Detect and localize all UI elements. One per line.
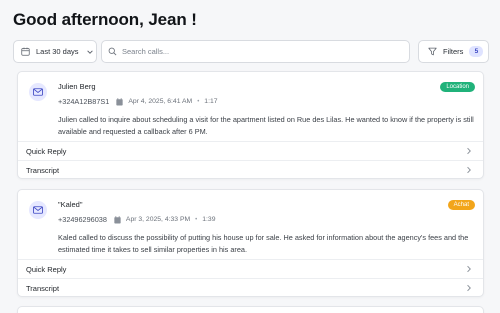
call-duration: 1:17	[204, 98, 218, 105]
category-badge: Location	[440, 82, 475, 92]
quick-reply-row[interactable]: Quick Reply	[18, 141, 483, 160]
date-range-label: Last 30 days	[36, 47, 79, 56]
filters-label: Filters	[443, 47, 464, 56]
call-meta: +324A12B87S1 Apr 4, 2025, 6:41 AM • 1:17	[58, 97, 218, 106]
call-duration: 1:39	[202, 216, 216, 223]
transcript-label: Transcript	[26, 283, 60, 293]
quick-reply-row[interactable]: Quick Reply	[18, 259, 483, 278]
search-bar[interactable]	[101, 40, 410, 63]
search-icon	[108, 47, 117, 56]
mail-avatar	[29, 201, 47, 219]
mail-icon	[33, 88, 43, 96]
chevron-right-icon	[467, 284, 471, 292]
chevron-right-icon	[467, 147, 471, 155]
chevron-down-icon	[86, 49, 93, 54]
mail-icon	[33, 206, 43, 214]
page-title: Good afternoon, Jean !	[13, 10, 197, 29]
call-date: Apr 3, 2025, 4:33 PM	[125, 216, 191, 223]
call-card[interactable]	[17, 306, 484, 313]
call-card-header[interactable]: "Kaled" Achat +32496296038 Apr 3, 2025, …	[18, 190, 483, 259]
calendar-icon	[21, 47, 30, 56]
transcript-row[interactable]: Transcript	[18, 278, 483, 296]
call-card: Julien Berg Location +324A12B87S1 Apr 4,…	[17, 71, 484, 179]
separator-dot: •	[195, 216, 198, 223]
filters-count-badge: 5	[469, 46, 484, 57]
quick-reply-label: Quick Reply	[26, 264, 67, 274]
toolbar: Last 30 days Filters 5	[13, 40, 489, 63]
separator-dot: •	[197, 98, 200, 105]
chevron-right-icon	[467, 166, 471, 174]
calendar-icon	[116, 97, 123, 105]
filters-button[interactable]: Filters 5	[418, 40, 489, 63]
date-range-dropdown[interactable]: Last 30 days	[13, 40, 97, 63]
caller-phone: +324A12B87S1	[58, 97, 110, 106]
caller-name: "Kaled"	[58, 200, 83, 209]
chevron-right-icon	[467, 265, 471, 273]
calendar-icon	[114, 215, 121, 223]
caller-name: Julien Berg	[58, 82, 96, 91]
call-date: Apr 4, 2025, 6:41 AM	[128, 98, 193, 105]
transcript-label: Transcript	[26, 165, 60, 175]
call-card-header[interactable]: Julien Berg Location +324A12B87S1 Apr 4,…	[18, 72, 483, 141]
mail-avatar	[29, 83, 47, 101]
call-summary: Julien called to inquire about schedulin…	[58, 115, 474, 136]
search-input[interactable]	[122, 47, 392, 56]
call-meta: +32496296038 Apr 3, 2025, 4:33 PM • 1:39	[58, 215, 215, 224]
filter-icon	[428, 47, 437, 56]
call-summary: Kaled called to discuss the possibility …	[58, 233, 469, 254]
call-card: "Kaled" Achat +32496296038 Apr 3, 2025, …	[17, 189, 484, 297]
quick-reply-label: Quick Reply	[26, 146, 67, 156]
caller-phone: +32496296038	[58, 215, 107, 224]
calls-dashboard: Good afternoon, Jean ! Last 30 days Sear…	[0, 0, 500, 313]
transcript-row[interactable]: Transcript	[18, 160, 483, 178]
category-badge: Achat	[447, 200, 475, 210]
